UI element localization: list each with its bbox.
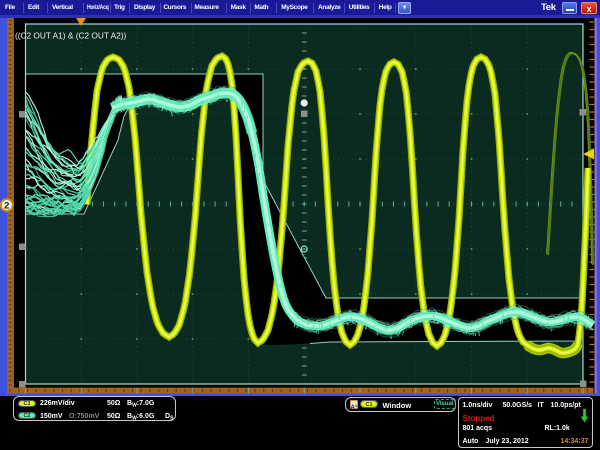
svg-text:2: 2: [4, 200, 9, 211]
svg-text:((C2 OUT A1) & (C2 OUT A2)): ((C2 OUT A1) & (C2 OUT A2)): [15, 31, 126, 41]
